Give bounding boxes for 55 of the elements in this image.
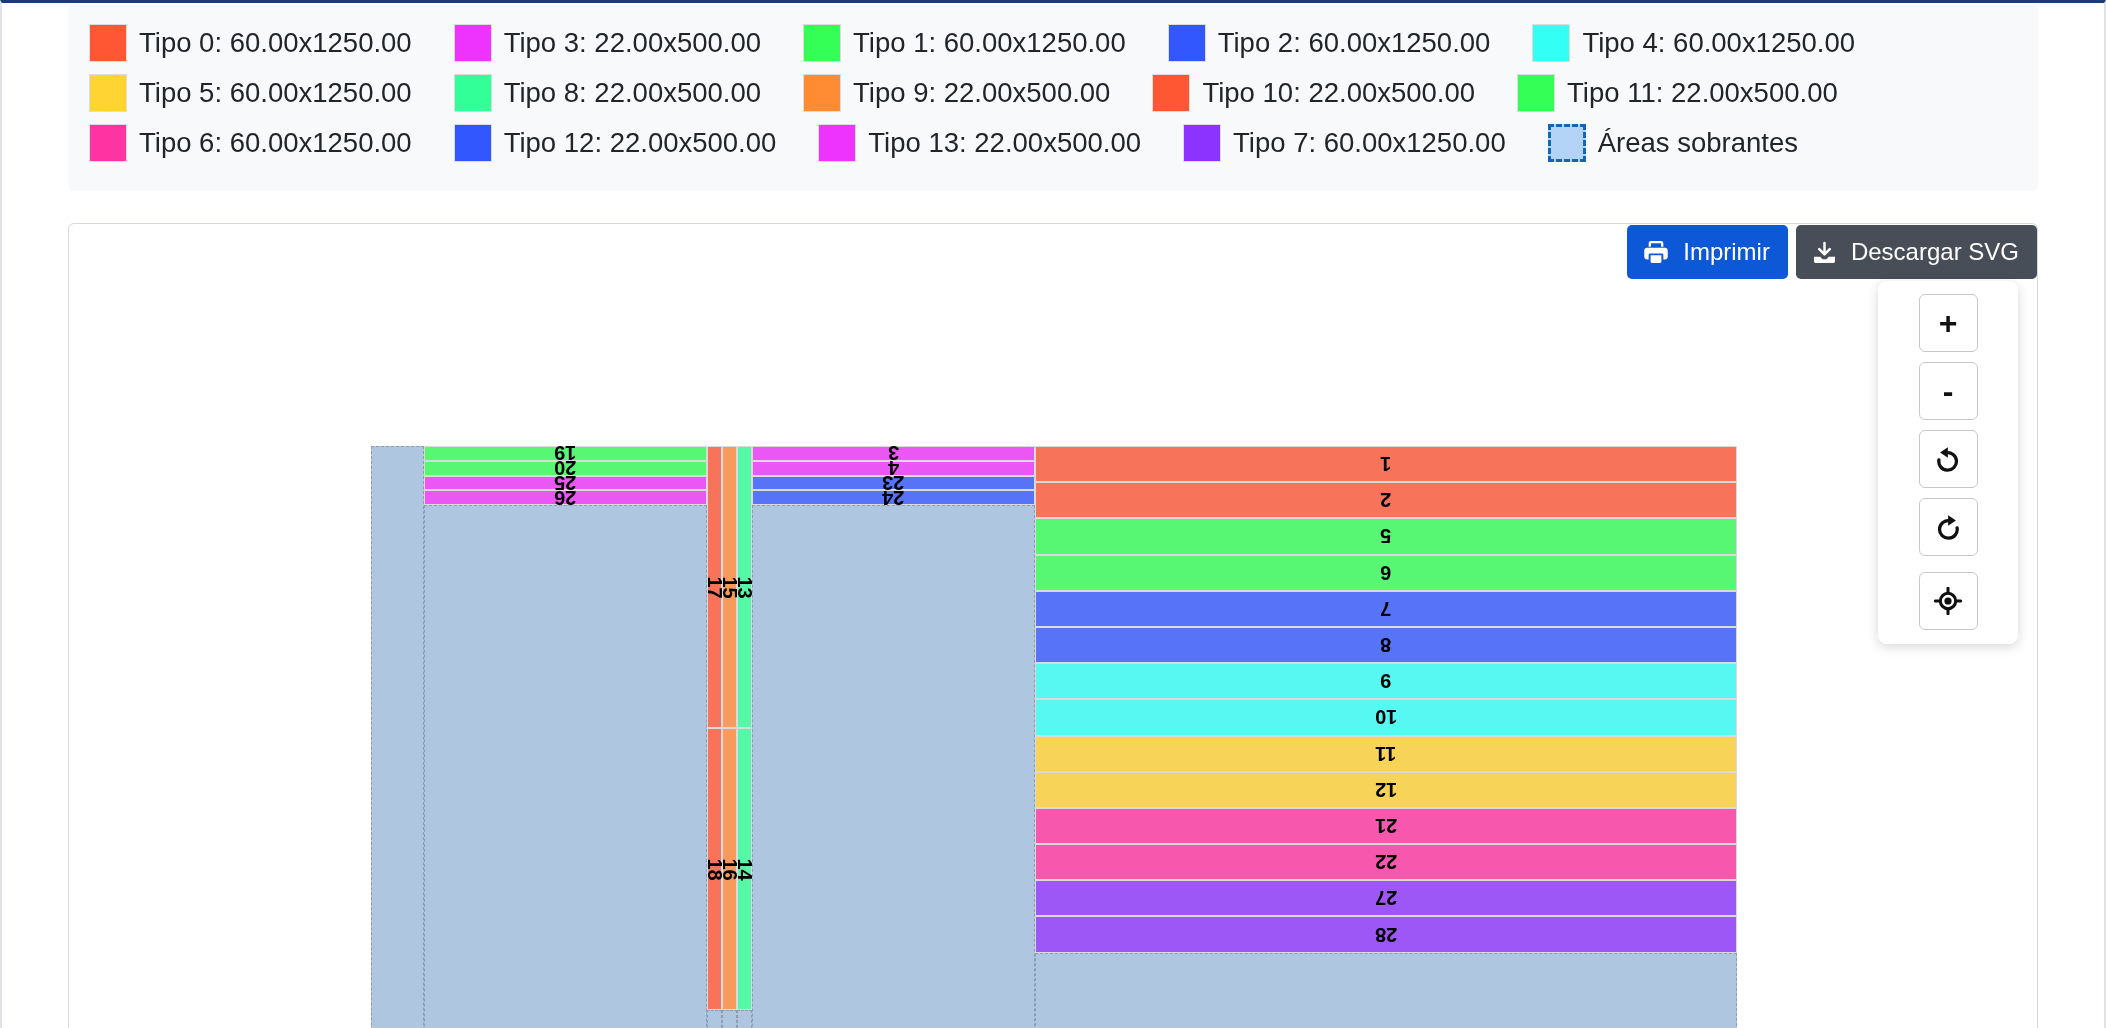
piece-number: 13	[737, 575, 752, 599]
piece-number: 7	[1380, 598, 1392, 619]
legend-label: Tipo 5: 60.00x1250.00	[139, 77, 412, 109]
legend-label: Tipo 1: 60.00x1250.00	[853, 27, 1126, 59]
piece-number: 6	[1380, 562, 1392, 583]
rotate-left-icon	[1937, 446, 1959, 472]
print-button[interactable]: Imprimir	[1627, 225, 1788, 279]
zoom-in-button[interactable]: +	[1918, 294, 1978, 352]
legend-label: Tipo 3: 22.00x500.00	[503, 27, 762, 59]
piece-number: 4	[887, 461, 900, 476]
piece-number: 26	[554, 490, 577, 505]
legend-label: Áreas sobrantes	[1597, 127, 1798, 159]
legend-label: Tipo 2: 60.00x1250.00	[1217, 27, 1491, 59]
piece-number: 17	[707, 575, 722, 599]
zoom-out-button[interactable]: -	[1918, 362, 1978, 420]
legend-label: Tipo 6: 60.00x1250.00	[139, 127, 412, 159]
download-button[interactable]: Descargar SVG	[1795, 225, 2037, 279]
legend-label: Tipo 0: 60.00x1250.00	[139, 27, 412, 59]
piece-number: 2	[1380, 490, 1392, 511]
legend-label: Tipo 8: 22.00x500.00	[503, 77, 762, 109]
piece-number: 25	[554, 475, 577, 490]
legend-label: Tipo 9: 22.00x500.00	[853, 77, 1111, 109]
piece-number: 28	[1374, 924, 1398, 945]
piece-number: 1	[1380, 454, 1392, 475]
piece-number: 8	[1380, 635, 1392, 656]
target-icon	[1934, 587, 1962, 615]
piece-number: 18	[707, 857, 722, 881]
center-button[interactable]	[1918, 572, 1978, 630]
piece-number: 11	[1375, 743, 1397, 764]
piece-number: 15	[722, 575, 737, 599]
legend-label: Tipo 10: 22.00x500.00	[1202, 77, 1476, 109]
rotate-right-icon	[1937, 514, 1959, 540]
piece-number: 5	[1380, 526, 1392, 547]
piece-number: 24	[882, 490, 905, 505]
legend-label: Tipo 4: 60.00x1250.00	[1582, 27, 1856, 59]
printer-icon	[1644, 241, 1669, 263]
piece-number: 21	[1374, 815, 1398, 836]
piece-number: 19	[554, 446, 577, 461]
piece-number: 14	[737, 857, 752, 881]
piece-number: 23	[882, 475, 905, 490]
rotate-left-button[interactable]	[1918, 430, 1978, 488]
piece-number: 9	[1380, 671, 1392, 692]
download-icon	[1812, 241, 1836, 263]
piece-number: 3	[887, 446, 900, 461]
legend-label: Tipo 11: 22.00x500.00	[1567, 77, 1838, 109]
piece-number: 27	[1374, 888, 1398, 909]
piece-number: 12	[1374, 779, 1398, 800]
legend-label: Tipo 7: 60.00x1250.00	[1233, 127, 1506, 159]
legend-label: Tipo 13: 22.00x500.00	[868, 127, 1141, 159]
piece-number: 22	[1374, 852, 1398, 873]
legend-label: Tipo 12: 22.00x500.00	[503, 127, 777, 159]
piece-number: 16	[722, 857, 737, 881]
rotate-right-button[interactable]	[1918, 498, 1978, 556]
piece-number: 20	[554, 461, 577, 476]
piece-number: 10	[1374, 707, 1398, 728]
